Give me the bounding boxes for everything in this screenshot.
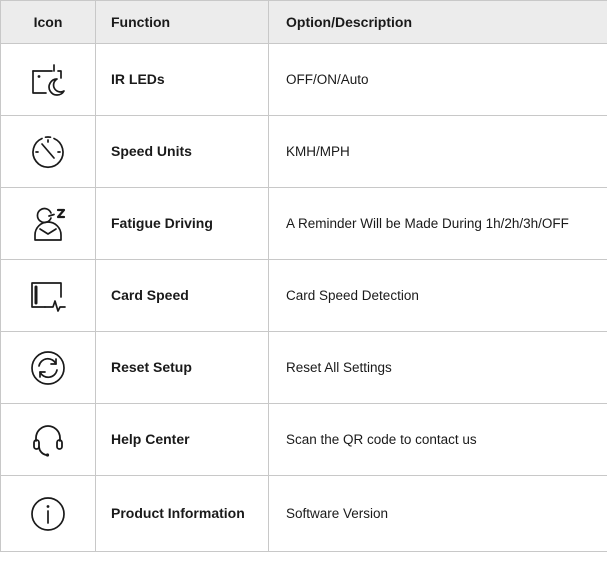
table-header-row: Icon Function Option/Description — [0, 0, 607, 44]
row-function: Card Speed — [95, 259, 269, 332]
row-icon-cell — [0, 331, 96, 404]
table-row: Speed Units KMH/MPH — [0, 115, 607, 188]
row-function: Speed Units — [95, 115, 269, 188]
fatigue-driver-icon — [34, 207, 66, 241]
row-description: OFF/ON/Auto — [268, 43, 607, 116]
row-function: Fatigue Driving — [95, 187, 269, 260]
table-row: Reset Setup Reset All Settings — [0, 331, 607, 404]
row-icon-cell — [0, 187, 96, 260]
row-description: A Reminder Will be Made During 1h/2h/3h/… — [268, 187, 607, 260]
row-function: Reset Setup — [95, 331, 269, 404]
table-row: Card Speed Card Speed Detection — [0, 259, 607, 332]
row-description: Scan the QR code to contact us — [268, 403, 607, 476]
speedometer-icon — [32, 135, 64, 168]
row-function: Product Information — [95, 475, 269, 552]
card-pulse-icon — [31, 281, 66, 312]
header-function: Function — [95, 0, 269, 44]
settings-table: Icon Function Option/Description IR LEDs… — [0, 0, 607, 552]
row-description: Software Version — [268, 475, 607, 552]
reset-cycle-icon — [31, 350, 65, 385]
table-row: IR LEDs OFF/ON/Auto — [0, 43, 607, 116]
row-icon-cell — [0, 259, 96, 332]
row-icon-cell — [0, 115, 96, 188]
row-description: Card Speed Detection — [268, 259, 607, 332]
row-icon-cell — [0, 403, 96, 476]
headset-icon — [33, 424, 63, 457]
row-description: Reset All Settings — [268, 331, 607, 404]
header-description: Option/Description — [268, 0, 607, 44]
row-function: Help Center — [95, 403, 269, 476]
table-row: Help Center Scan the QR code to contact … — [0, 403, 607, 476]
row-description: KMH/MPH — [268, 115, 607, 188]
row-function: IR LEDs — [95, 43, 269, 116]
header-icon: Icon — [0, 0, 96, 44]
row-icon-cell — [0, 43, 96, 116]
table-row: Fatigue Driving A Reminder Will be Made … — [0, 187, 607, 260]
ir-night-camera-icon — [32, 63, 65, 96]
row-icon-cell — [0, 475, 96, 552]
info-icon — [31, 496, 65, 531]
table-row: Product Information Software Version — [0, 475, 607, 552]
